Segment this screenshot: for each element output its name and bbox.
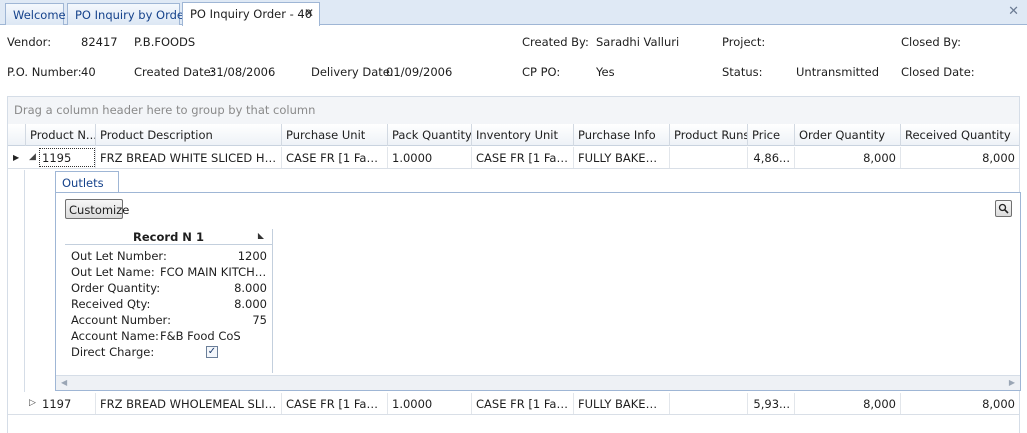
field-outlet-number: Out Let Number: 1200 xyxy=(71,249,267,265)
field-value[interactable]: 8.000 xyxy=(234,281,267,295)
po-number-label: P.O. Number: xyxy=(7,65,82,79)
cell-pack-quantity[interactable]: 1.0000 xyxy=(388,393,472,414)
table-row[interactable]: ▶ ◢ 1195 FRZ BREAD WHITE SLICED HEALT...… xyxy=(8,147,1019,169)
created-by-value: Saradhi Valluri xyxy=(596,35,680,49)
cell-pack-quantity[interactable]: 1.0000 xyxy=(388,147,472,168)
column-header-product-runs[interactable]: Product Runs xyxy=(670,124,748,146)
column-header-product-number[interactable]: Product N... xyxy=(26,124,96,146)
row-indicator-header xyxy=(8,124,26,146)
field-value[interactable]: 1200 xyxy=(238,249,267,263)
grid-column-header-row: Product N... Product Description Purchas… xyxy=(8,124,1019,146)
field-label: Out Let Name: xyxy=(71,265,155,279)
column-header-price[interactable]: Price xyxy=(748,124,795,146)
cell-order-quantity[interactable]: 8,000 xyxy=(795,147,901,168)
created-by-label: Created By: xyxy=(522,35,589,49)
field-value[interactable]: FCO MAIN KITCHE... xyxy=(160,265,267,279)
field-order-quantity: Order Quantity: 8.000 xyxy=(71,281,267,297)
created-date-value: 31/08/2006 xyxy=(209,65,276,79)
cell-order-quantity[interactable]: 8,000 xyxy=(795,393,901,414)
cell-product-number[interactable]: 1195 xyxy=(38,147,96,168)
cell-purchase-info[interactable]: FULLY BAKED - ... xyxy=(574,147,670,168)
column-header-purchase-unit[interactable]: Purchase Unit xyxy=(282,124,388,146)
field-label: Account Number: xyxy=(71,313,171,327)
po-number-value: 40 xyxy=(81,65,96,79)
group-by-panel[interactable]: Drag a column header here to group by th… xyxy=(7,96,1020,124)
field-label: Out Let Number: xyxy=(71,249,167,263)
window-close-icon[interactable]: ✕ xyxy=(1008,4,1019,19)
field-value[interactable]: 8.000 xyxy=(234,297,267,311)
column-header-order-quantity[interactable]: Order Quantity xyxy=(795,124,901,146)
cell-product-runs[interactable] xyxy=(670,393,748,414)
cell-purchase-info[interactable]: FULLY BAKED - ... xyxy=(574,393,670,414)
card-expand-icon[interactable]: ◣ xyxy=(258,231,264,240)
status-value: Untransmitted xyxy=(796,65,880,79)
table-row[interactable]: ▷ 1197 FRZ BREAD WHOLEMEAL SLICED ... CA… xyxy=(8,393,1019,415)
column-header-pack-quantity[interactable]: Pack Quantity xyxy=(388,124,472,146)
cell-product-runs[interactable] xyxy=(670,147,748,168)
vendor-label: Vendor: xyxy=(7,35,52,49)
field-label: Order Quantity: xyxy=(71,281,161,295)
field-label: Direct Charge: xyxy=(71,345,155,359)
tab-po-inquiry-order-40[interactable]: PO Inquiry Order - 40 ✕ xyxy=(182,2,320,26)
cp-po-label: CP PO: xyxy=(522,65,561,79)
field-account-name: Account Name: F&B Food CoS xyxy=(71,329,267,345)
field-received-qty: Received Qty: 8.000 xyxy=(71,297,267,313)
scroll-left-icon[interactable]: ◀ xyxy=(61,378,67,387)
customize-button[interactable]: Customize xyxy=(65,199,129,219)
delivery-date-label: Delivery Date: xyxy=(311,65,394,79)
vendor-name: P.B.FOODS xyxy=(134,35,196,49)
scroll-right-icon[interactable]: ▶ xyxy=(1009,378,1015,387)
field-label: Account Name: xyxy=(71,329,159,343)
cell-received-quantity[interactable]: 8,000 xyxy=(901,147,1019,168)
row-detail-view: Outlets Customize Record N 1 ◣ Out Let N… xyxy=(24,170,1021,392)
cell-purchase-unit[interactable]: CASE FR [1 Fabri... xyxy=(282,393,388,414)
cell-inventory-unit[interactable]: CASE FR [1 Fabri... xyxy=(472,393,574,414)
created-date-label: Created Date: xyxy=(134,65,215,79)
cell-inventory-unit[interactable]: CASE FR [1 Fabri... xyxy=(472,147,574,168)
record-card[interactable]: Record N 1 ◣ Out Let Number: 1200 Out Le… xyxy=(65,229,273,373)
outlets-card-view: Customize Record N 1 ◣ Out Let Number: 1… xyxy=(55,192,1021,391)
tab-welcome[interactable]: Welcome xyxy=(5,3,66,25)
closed-date-label: Closed Date: xyxy=(901,65,975,79)
field-label: Received Qty: xyxy=(71,297,151,311)
field-account-number: Account Number: 75 xyxy=(71,313,267,329)
project-label: Project: xyxy=(722,35,766,49)
expand-row-icon[interactable]: ▷ xyxy=(29,398,36,408)
cell-price[interactable]: 5,93... xyxy=(748,393,795,414)
tab-label: PO Inquiry Order - 40 xyxy=(190,7,313,21)
field-value[interactable]: F&B Food CoS xyxy=(160,329,241,343)
column-header-inventory-unit[interactable]: Inventory Unit xyxy=(472,124,574,146)
field-direct-charge: Direct Charge: ✓ xyxy=(71,345,267,361)
cp-po-value: Yes xyxy=(596,65,615,79)
vendor-code: 82417 xyxy=(81,35,118,49)
current-row-indicator-icon: ▶ xyxy=(13,153,20,162)
cell-price[interactable]: 4,86... xyxy=(748,147,795,168)
tab-outlets[interactable]: Outlets xyxy=(55,171,119,192)
document-tab-strip: Welcome PO Inquiry by Order PO Inquiry O… xyxy=(0,0,1027,26)
direct-charge-checkbox[interactable]: ✓ xyxy=(206,346,218,358)
tab-po-inquiry-by-order[interactable]: PO Inquiry by Order xyxy=(67,3,189,25)
cell-product-description[interactable]: FRZ BREAD WHOLEMEAL SLICED ... xyxy=(96,393,282,414)
column-header-product-description[interactable]: Product Description xyxy=(96,124,282,146)
field-outlet-name: Out Let Name: FCO MAIN KITCHE... xyxy=(71,265,267,281)
closed-by-label: Closed By: xyxy=(901,35,962,49)
status-label: Status: xyxy=(722,65,763,79)
record-card-title: Record N 1 xyxy=(65,229,272,245)
cell-received-quantity[interactable]: 8,000 xyxy=(901,393,1019,414)
field-value[interactable]: 75 xyxy=(252,313,267,327)
cell-product-description[interactable]: FRZ BREAD WHITE SLICED HEALT... xyxy=(96,147,282,168)
column-header-received-quantity[interactable]: Received Quantity xyxy=(901,124,1019,146)
cell-product-number[interactable]: 1197 xyxy=(38,393,96,414)
delivery-date-value: 01/09/2006 xyxy=(386,65,453,79)
horizontal-scrollbar[interactable]: ◀ ▶ xyxy=(56,375,1020,390)
magnifier-icon[interactable] xyxy=(995,200,1012,217)
tab-close-icon[interactable]: ✕ xyxy=(304,6,314,20)
collapse-row-icon[interactable]: ◢ xyxy=(29,152,36,162)
po-lines-grid: Product N... Product Description Purchas… xyxy=(7,124,1021,433)
column-header-purchase-info[interactable]: Purchase Info xyxy=(574,124,670,146)
cell-purchase-unit[interactable]: CASE FR [1 Fabri... xyxy=(282,147,388,168)
